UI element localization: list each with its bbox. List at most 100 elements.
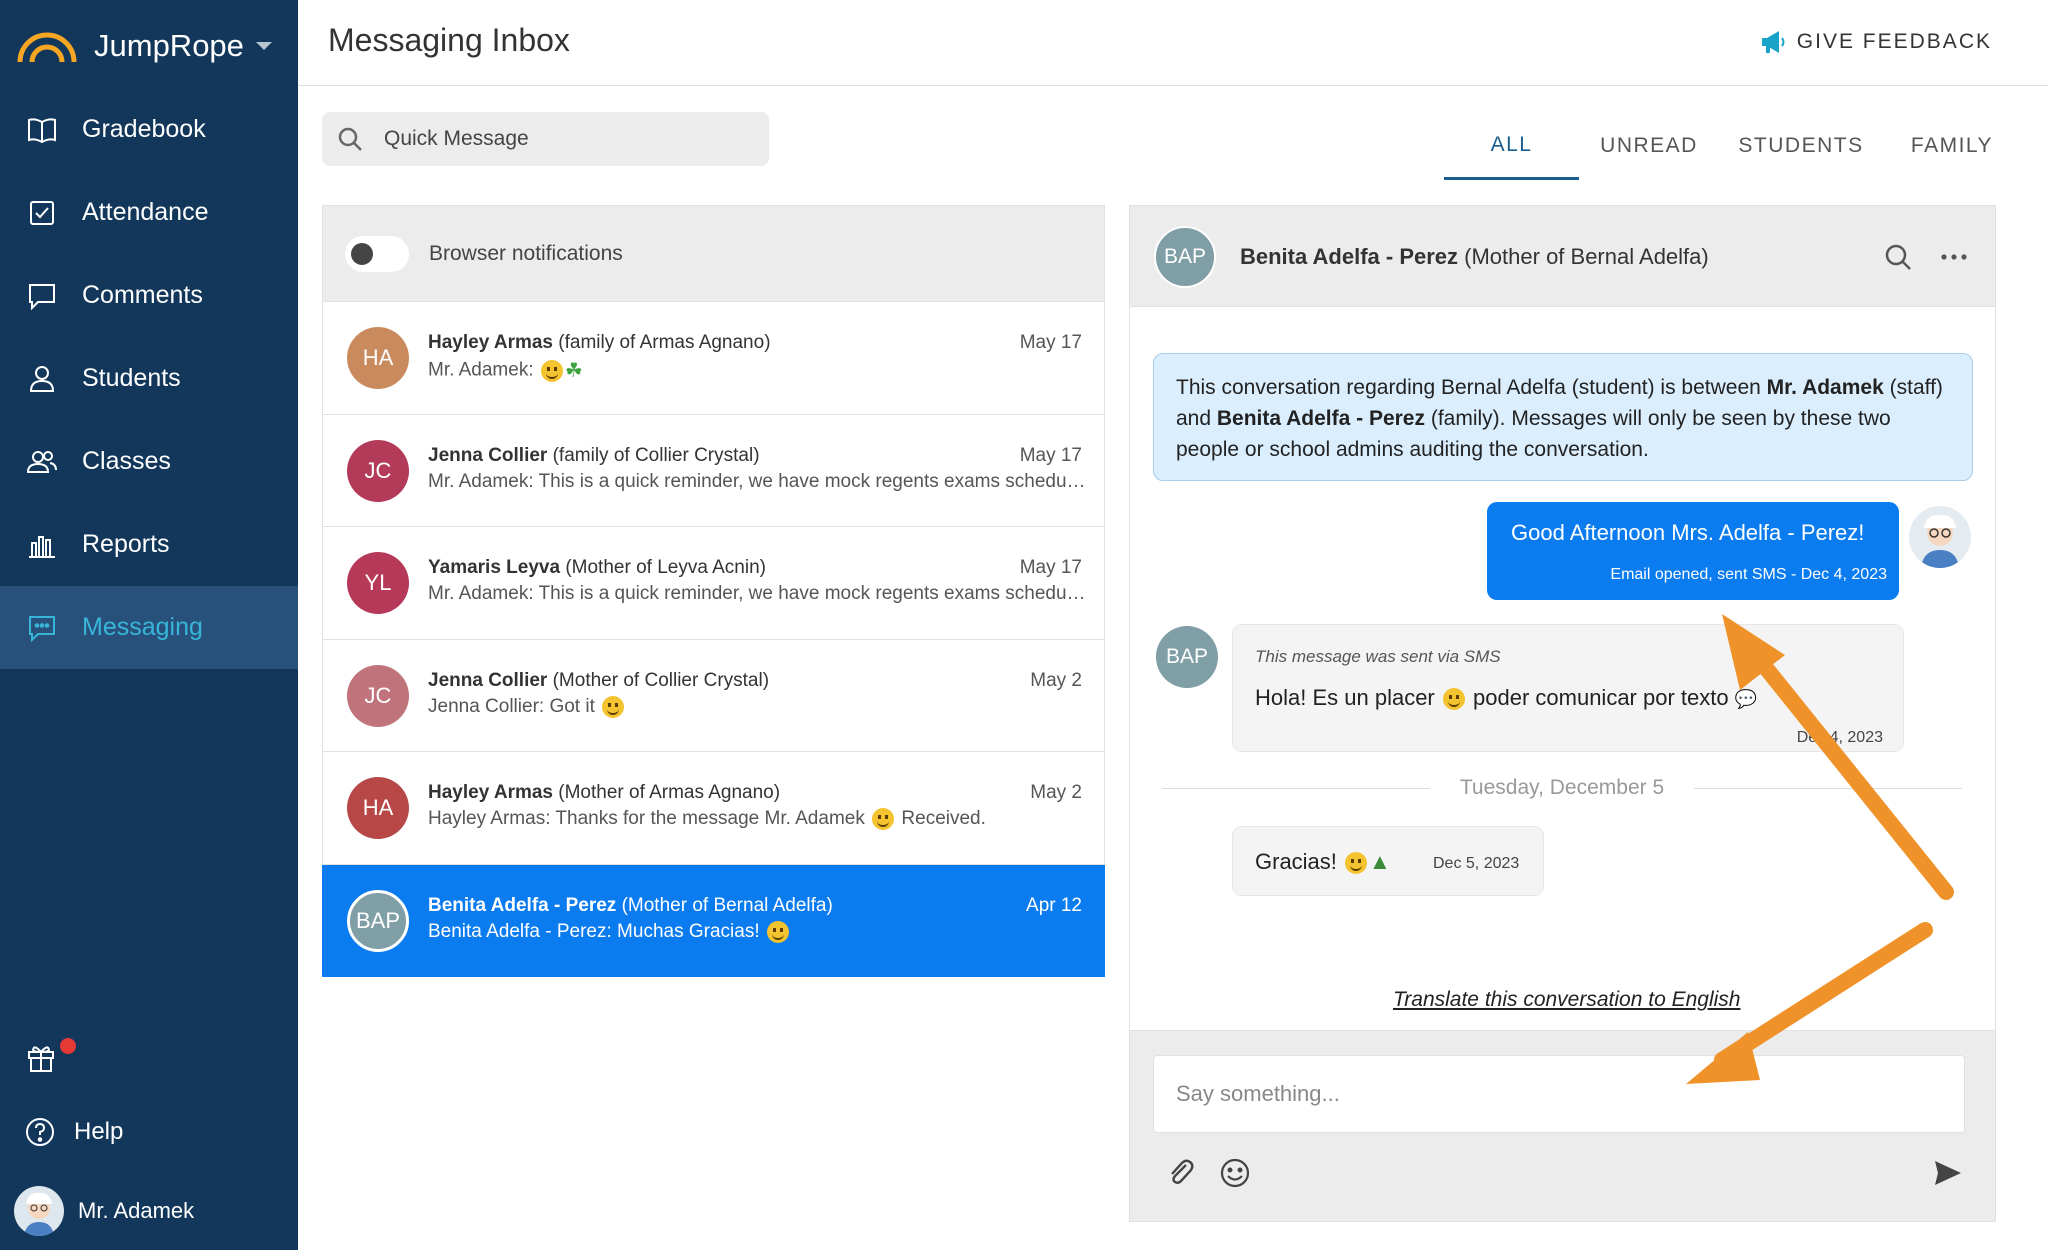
speech-bubble-emoji-icon: 💬 bbox=[1734, 689, 1758, 709]
jumprope-logo-icon bbox=[17, 32, 77, 63]
conversation-item[interactable]: YL Yamaris Leyva (Mother of Leyva Acnin)… bbox=[322, 527, 1105, 640]
smiley-emoji-icon bbox=[1345, 852, 1368, 875]
conversation-date: May 2 bbox=[1030, 669, 1082, 691]
sms-notice: This message was sent via SMS bbox=[1255, 647, 1501, 666]
conversation-item-selected[interactable]: BAP Benita Adelfa - Perez (Mother of Ber… bbox=[322, 864, 1105, 977]
avatar: JC bbox=[347, 664, 409, 727]
give-feedback-button[interactable]: GIVE FEEDBACK bbox=[1759, 28, 1992, 56]
conversation-item[interactable]: HA Hayley Armas (family of Armas Agnano)… bbox=[322, 302, 1105, 415]
avatar: HA bbox=[347, 777, 409, 839]
user-profile[interactable]: Mr. Adamek bbox=[14, 1186, 194, 1236]
sidebar-item-label: Students bbox=[82, 364, 181, 392]
conversation-date: May 2 bbox=[1030, 782, 1082, 803]
message-meta: Email opened, sent SMS - Dec 4, 2023 bbox=[1610, 566, 1887, 583]
bar-chart-icon bbox=[29, 535, 55, 558]
people-icon bbox=[26, 450, 57, 473]
sidebar-item-students[interactable]: Students bbox=[0, 337, 298, 420]
blush-emoji-icon bbox=[1442, 688, 1465, 711]
brand-switcher[interactable]: JumpRope bbox=[16, 20, 272, 72]
conversation-name: Hayley Armas (family of Armas Agnano) bbox=[428, 332, 771, 353]
brand-name: JumpRope bbox=[94, 28, 244, 63]
smiley-emoji-icon bbox=[602, 695, 625, 718]
browser-notifications-label: Browser notifications bbox=[429, 241, 623, 265]
sidebar-item-attendance[interactable]: Attendance bbox=[0, 171, 298, 254]
tree-emoji-icon: ▲ bbox=[1369, 849, 1391, 874]
sidebar-item-label: Messaging bbox=[82, 613, 203, 641]
paperclip-icon[interactable] bbox=[1164, 1156, 1198, 1190]
send-icon[interactable] bbox=[1932, 1157, 1964, 1189]
checkbox-icon bbox=[30, 200, 54, 225]
message-meta: Dec 5, 2023 bbox=[1433, 855, 1520, 872]
sidebar-item-reports[interactable]: Reports bbox=[0, 503, 298, 586]
message-text: Gracias! ▲ bbox=[1255, 849, 1391, 875]
chat-header: BAP Benita Adelfa - Perez (Mother of Ber… bbox=[1130, 206, 1995, 307]
sidebar-item-label: Gradebook bbox=[82, 115, 206, 143]
message-text: Good Afternoon Mrs. Adelfa - Perez! bbox=[1511, 520, 1865, 545]
conversation-preview: Benita Adelfa - Perez: Muchas Gracias! bbox=[428, 920, 1088, 943]
message-icon bbox=[29, 615, 55, 642]
sidebar-item-classes[interactable]: Classes bbox=[0, 420, 298, 503]
avatar: HA bbox=[347, 327, 409, 389]
conversation-date: May 17 bbox=[1019, 557, 1082, 578]
conversation-item[interactable]: HA Hayley Armas (Mother of Armas Agnano)… bbox=[322, 752, 1105, 865]
incoming-message: Gracias! ▲ Dec 5, 2023 bbox=[1232, 826, 1544, 896]
give-feedback-label: GIVE FEEDBACK bbox=[1796, 30, 1992, 53]
sidebar-item-gradebook[interactable]: Gradebook bbox=[0, 88, 298, 171]
translate-conversation-link[interactable]: Translate this conversation to English bbox=[1393, 988, 1740, 1012]
conversation-name: Benita Adelfa - Perez (Mother of Bernal … bbox=[428, 894, 833, 916]
day-separator-label: Tuesday, December 5 bbox=[1459, 776, 1665, 799]
smiley-emoji-icon bbox=[540, 359, 563, 382]
message-input[interactable] bbox=[1153, 1055, 1965, 1133]
avatar: BAP bbox=[1156, 626, 1218, 688]
help-link[interactable]: Help bbox=[24, 1116, 123, 1148]
tab-students[interactable]: STUDENTS bbox=[1719, 112, 1883, 180]
conversation-date: Apr 12 bbox=[1026, 894, 1082, 916]
notification-dot bbox=[60, 1038, 76, 1054]
teacher-avatar-icon bbox=[24, 1192, 54, 1236]
conversation-name: Hayley Armas (Mother of Armas Agnano) bbox=[428, 782, 781, 803]
smiley-emoji-icon bbox=[766, 920, 789, 943]
conversation-list: Browser notifications HA Hayley Armas (f… bbox=[322, 205, 1105, 977]
book-icon bbox=[28, 117, 56, 143]
tab-family[interactable]: FAMILY bbox=[1883, 112, 2021, 180]
sidebar-nav: Gradebook Attendance Comments Students C… bbox=[0, 88, 298, 669]
sidebar: JumpRope Gradebook Attendance Comments S… bbox=[0, 0, 298, 1250]
browser-notifications-row: Browser notifications bbox=[322, 205, 1105, 302]
avatar bbox=[14, 1186, 64, 1236]
shamrock-emoji-icon: ☘ bbox=[564, 360, 583, 382]
chat-title: Benita Adelfa - Perez (Mother of Bernal … bbox=[1240, 244, 1709, 269]
emoji-picker-icon[interactable] bbox=[1218, 1156, 1252, 1190]
quick-message-search[interactable]: Quick Message bbox=[322, 112, 769, 166]
chat-panel: BAP Benita Adelfa - Perez (Mother of Ber… bbox=[1129, 205, 1996, 1222]
more-options-icon[interactable] bbox=[1939, 242, 1969, 272]
avatar: JC bbox=[347, 439, 409, 502]
search-icon[interactable] bbox=[1883, 242, 1913, 272]
smiley-emoji-icon bbox=[872, 808, 895, 830]
gift-icon[interactable] bbox=[24, 1040, 58, 1074]
filter-tabs: ALL UNREAD STUDENTS FAMILY bbox=[1444, 112, 2021, 180]
conversation-item[interactable]: JC Jenna Collier (family of Collier Crys… bbox=[322, 414, 1105, 527]
message-text: Hola! Es un placer poder comunicar por t… bbox=[1255, 685, 1758, 711]
conversation-name: Yamaris Leyva (Mother of Leyva Acnin) bbox=[428, 557, 766, 578]
teacher-avatar-icon bbox=[1921, 514, 1959, 568]
sidebar-item-label: Classes bbox=[82, 447, 171, 475]
tab-unread[interactable]: UNREAD bbox=[1579, 112, 1719, 180]
conversation-item[interactable]: JC Jenna Collier (Mother of Collier Crys… bbox=[322, 639, 1105, 752]
help-label: Help bbox=[74, 1118, 124, 1145]
avatar: BAP bbox=[1154, 226, 1216, 288]
conversation-preview: Hayley Armas: Thanks for the message Mr.… bbox=[428, 808, 986, 830]
conversation-preview: Jenna Collier: Got it bbox=[428, 695, 1088, 718]
sidebar-item-comments[interactable]: Comments bbox=[0, 254, 298, 337]
avatar: YL bbox=[347, 552, 409, 614]
tab-all[interactable]: ALL bbox=[1444, 112, 1579, 180]
sidebar-item-messaging[interactable]: Messaging bbox=[0, 586, 298, 669]
caret-down-icon bbox=[255, 42, 272, 50]
conversation-name: Jenna Collier (Mother of Collier Crystal… bbox=[428, 669, 770, 691]
sidebar-item-label: Reports bbox=[82, 530, 170, 558]
conversation-name: Jenna Collier (family of Collier Crystal… bbox=[428, 444, 760, 466]
help-icon bbox=[26, 1118, 54, 1146]
browser-notifications-toggle[interactable] bbox=[345, 235, 409, 272]
quick-message-placeholder: Quick Message bbox=[384, 127, 529, 150]
day-separator: Tuesday, December 5 bbox=[1162, 773, 1963, 803]
conversation-preview: Mr. Adamek: ☘ bbox=[428, 359, 583, 382]
